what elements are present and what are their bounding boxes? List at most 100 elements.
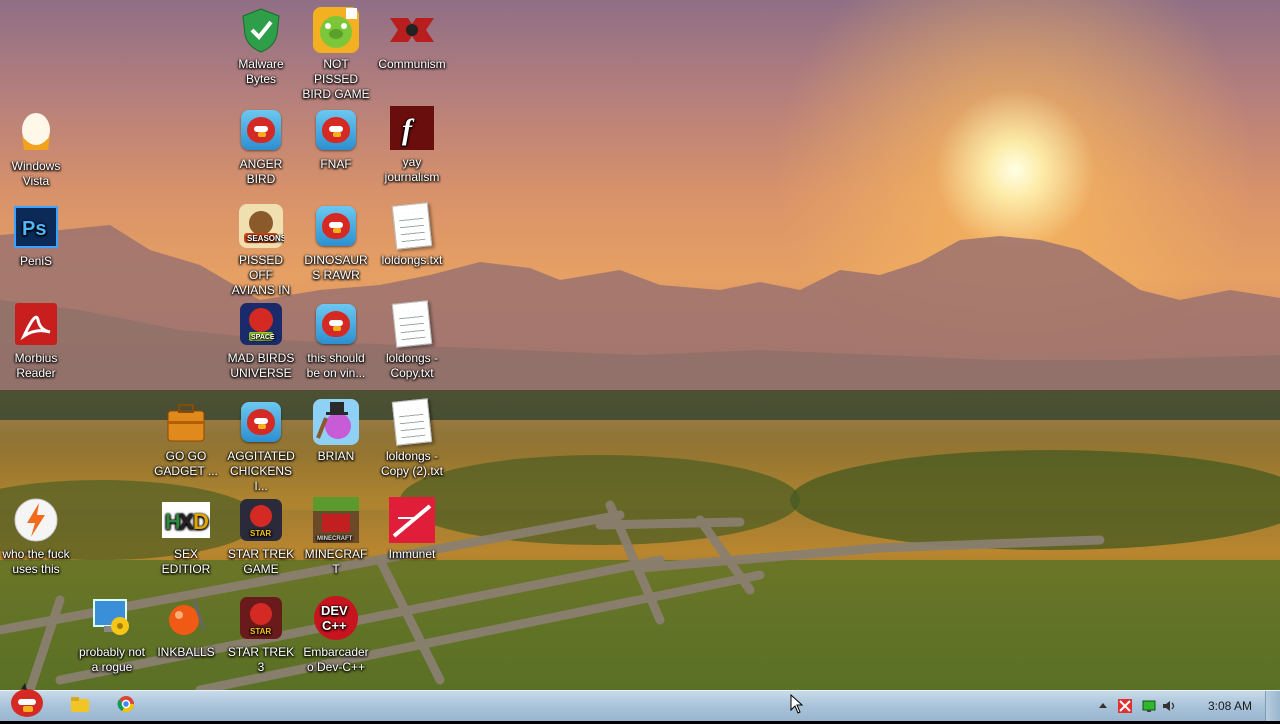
icon-label: STAR TREK GAME [227,547,295,576]
desktop[interactable]: Windows Vista Ps PeniS Morbius Reader wh… [0,0,1280,690]
svg-text:SPACE: SPACE [251,334,275,341]
icon-label: INKBALLS [157,645,215,659]
desktop-icon-brian[interactable]: BRIAN [300,398,372,464]
taskbar-chrome-button[interactable] [114,695,138,717]
desktop-icon-loldongs-copy[interactable]: loldongs - Copy.txt [376,300,448,381]
desktop-icon-inkballs[interactable]: INKBALLS [150,594,222,660]
taskbar-explorer-button[interactable] [68,695,92,717]
angry-bird-icon [312,106,360,154]
desktop-icon-probably-not-a-rogue[interactable]: probably not a rogue [76,594,148,675]
svg-text:D: D [193,509,209,534]
seasons-icon: SEASONS [237,202,285,250]
flag-icon[interactable] [1118,699,1132,713]
desktop-icon-fnaf[interactable]: FNAF [300,106,372,172]
space-bird-icon: SPACE [237,300,285,348]
desktop-icon-penis[interactable]: Ps PeniS [0,203,72,269]
angry-bird-icon [312,300,360,348]
text-file-icon [388,398,436,446]
desktop-icon-communism[interactable]: Communism [376,6,448,72]
devcpp-icon: DEV C++ [312,594,360,642]
desktop-icon-embarcadero-dev-cpp[interactable]: DEV C++ Embarcadero Dev-C++ [300,594,372,675]
desktop-icon-sex-editior[interactable]: HXD SEX EDITIOR [150,496,222,577]
icon-label: loldongs - Copy.txt [385,351,439,380]
desktop-icon-morbius-reader[interactable]: Morbius Reader [0,300,72,381]
icon-label: GO GO GADGET ... [154,449,218,478]
text-file-icon [388,202,436,250]
text-file-icon [388,300,436,348]
icon-label: ANGER BIRD [239,157,283,186]
desktop-icon-who-uses-this[interactable]: who the fuck uses this [0,496,72,577]
angry-bird-icon [312,202,360,250]
icon-label: PeniS [19,254,53,268]
icon-label: this should be on vin... [306,351,366,380]
icon-label: Windows Vista [11,159,61,188]
character-icon [312,398,360,446]
angry-bird-icon [237,398,285,446]
desktop-icon-windows-vista[interactable]: Windows Vista [0,108,72,189]
desktop-icon-malware-bytes[interactable]: Malware Bytes [225,6,297,87]
icon-label: BRIAN [317,449,355,463]
desktop-icon-pissed-off-avians[interactable]: SEASONS PISSED OFF AVIANS IN ... [225,202,297,313]
desktop-icon-loldongs-copy-2[interactable]: loldongs - Copy (2).txt [376,398,448,479]
desktop-icon-loldongs-txt[interactable]: loldongs.txt [376,202,448,268]
desktop-icon-dinosaurs-rawr[interactable]: DINOSAURS RAWR [300,202,372,283]
clock[interactable]: 3:08 AM [1208,699,1252,713]
ink-ball-icon [162,594,210,642]
immunet-icon [388,496,436,544]
desktop-icon-aggitated-chickens[interactable]: AGGITATED CHICKENS I... [225,398,297,494]
icon-label: Embarcadero Dev-C++ [303,645,369,674]
system-tray: 3:08 AM [1090,691,1280,721]
star-wars-bird-icon: STAR [237,496,285,544]
icon-label: STAR TREK 3 [227,645,295,674]
icon-label: AGGITATED CHICKENS I... [227,449,295,493]
flash-icon: f [388,104,436,152]
icon-label: loldongs.txt [381,253,443,267]
desktop-icon-mad-birds-universe[interactable]: SPACE MAD BIRDS UNIVERSE [225,300,297,381]
svg-text:MINECRAFT: MINECRAFT [317,536,353,542]
show-desktop-button[interactable] [1265,691,1280,721]
svg-text:Ps: Ps [22,218,46,240]
hex-editor-icon: HXD [162,496,210,544]
angry-bird-start-icon [7,682,47,724]
network-icon[interactable] [1142,699,1156,713]
minecraft-icon: MINECRAFT [312,496,360,544]
angry-bird-icon [237,106,285,154]
mouse-cursor-icon [790,694,804,714]
desktop-icon-go-go-gadget[interactable]: GO GO GADGET ... [150,398,222,479]
desktop-icon-anger-bird[interactable]: ANGER BIRD [225,106,297,187]
desktop-icon-this-should-be-on-vin[interactable]: this should be on vin... [300,300,372,381]
taskbar: 3:08 AM [0,682,1280,721]
desktop-icon-star-trek-game[interactable]: STAR STAR TREK GAME [225,496,297,577]
chrome-icon [117,695,135,718]
egg-icon [12,108,60,156]
icon-label: NOT PISSED BIRD GAME [302,57,370,101]
desktop-icon-immunet[interactable]: Immunet [376,496,448,562]
volume-icon[interactable] [1162,699,1176,713]
icon-label: DINOSAURS RAWR [304,253,368,282]
icon-label: MAD BIRDS UNIVERSE [227,351,295,380]
wallpaper-scene [0,225,1280,690]
svg-text:SEASONS: SEASONS [247,234,284,243]
start-button[interactable] [6,682,48,724]
up-arrow-icon[interactable] [1096,699,1110,713]
icon-label: MINECRAFT [304,547,368,576]
pdf-reader-icon [12,300,60,348]
icon-label: probably not a rogue [78,645,146,674]
icon-label: Immunet [388,547,436,561]
green-pig-icon [312,6,360,54]
desktop-icon-star-trek-3[interactable]: STAR STAR TREK 3 [225,594,297,675]
icon-label: Communism [378,57,446,71]
photoshop-icon: Ps [12,203,60,251]
svg-text:X: X [179,509,194,534]
shield-check-icon [237,6,285,54]
desktop-icon-minecraft[interactable]: MINECRAFT MINECRAFT [300,496,372,577]
icon-label: SEX EDITIOR [161,547,211,576]
icon-label: who the fuck uses this [2,547,70,576]
desktop-icon-yay-journalism[interactable]: f yay journalism [376,104,448,185]
settings-monitor-icon [88,594,136,642]
briefcase-icon [162,398,210,446]
desktop-icon-not-pissed-bird-game[interactable]: NOT PISSED BIRD GAME [300,6,372,102]
icon-label: yay journalism [384,155,440,184]
icon-label: FNAF [320,157,352,171]
red-emblem-icon [388,6,436,54]
